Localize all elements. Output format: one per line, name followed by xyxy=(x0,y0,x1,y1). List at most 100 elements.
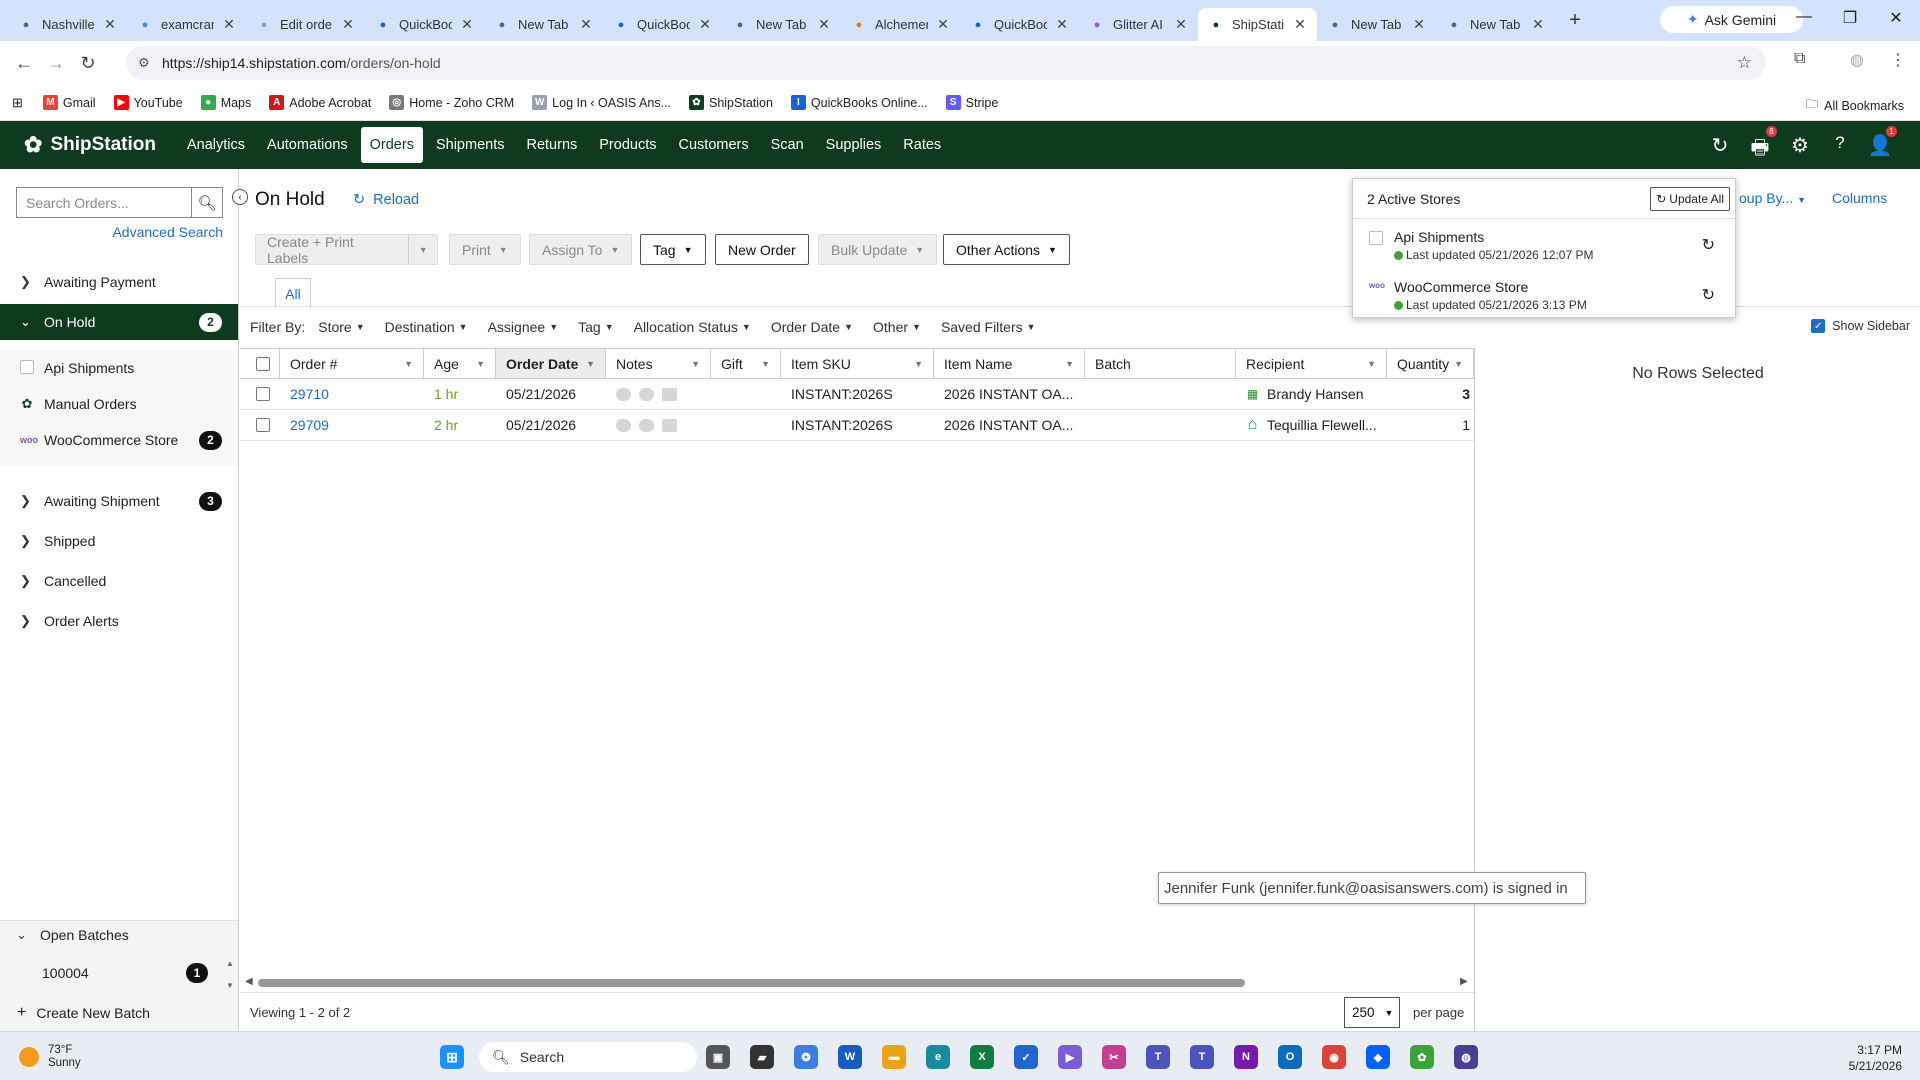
nav-supplies[interactable]: Supplies xyxy=(817,127,891,163)
table-row[interactable]: 29710 1 hr 05/21/2026 INSTANT:2026S 2026 INS… xyxy=(240,379,1474,410)
close-tab-icon[interactable]: ✕ xyxy=(1531,16,1545,33)
column-header-order-date[interactable]: Order Date ▼ xyxy=(496,349,606,378)
excel-icon[interactable]: X xyxy=(970,1045,994,1069)
bookmark-item[interactable]: M Gmail xyxy=(42,95,96,110)
filter-saved-filters[interactable]: Saved Filters ▼ xyxy=(941,319,1036,335)
close-tab-icon[interactable]: ✕ xyxy=(103,16,117,33)
bookmark-item[interactable]: ◎ Home - Zoho CRM xyxy=(389,95,514,110)
task-view-icon[interactable]: ▣ xyxy=(706,1045,730,1069)
word-icon[interactable]: W xyxy=(838,1045,862,1069)
scroll-down-icon[interactable]: ▼ xyxy=(226,981,234,990)
browser-tab[interactable]: ● Alchemer ✕ xyxy=(841,8,960,41)
close-tab-icon[interactable]: ✕ xyxy=(936,16,950,33)
taskbar-search[interactable]: 🔍︎ Search xyxy=(479,1042,697,1072)
column-header-notes[interactable]: Notes ▼ xyxy=(606,349,711,378)
column-menu-icon[interactable]: ▼ xyxy=(761,359,770,369)
edge-icon[interactable]: e xyxy=(926,1045,950,1069)
internal-note-icon[interactable] xyxy=(639,418,654,432)
bookmark-item[interactable]: A Adobe Acrobat xyxy=(269,95,371,110)
column-header-item-sku[interactable]: Item SKU ▼ xyxy=(781,349,934,378)
minimize-icon[interactable]: — xyxy=(1794,8,1814,26)
shipstation-logo[interactable]: ✿ ShipStation xyxy=(24,132,156,158)
group-by-dropdown[interactable]: oup By... ▼ xyxy=(1739,190,1806,206)
bookmark-item[interactable]: ● Maps xyxy=(200,95,251,110)
checkbox-checked-icon[interactable]: ✓ xyxy=(1811,319,1826,333)
column-header-quantity[interactable]: Quantity ▼ xyxy=(1387,349,1474,378)
column-header-batch[interactable]: Batch xyxy=(1085,349,1236,378)
bookmark-item[interactable]: W Log In ‹ OASIS Ans... xyxy=(532,95,671,110)
column-menu-icon[interactable]: ▼ xyxy=(691,359,700,369)
close-tab-icon[interactable]: ✕ xyxy=(698,16,712,33)
sidebar-item-shipped[interactable]: ❯ Shipped xyxy=(0,523,238,559)
column-menu-icon[interactable]: ▼ xyxy=(404,359,413,369)
browser-tab[interactable]: ● examcram ✕ xyxy=(127,8,246,41)
scroll-right-icon[interactable]: ▶ xyxy=(1460,976,1468,987)
scrollbar-thumb[interactable] xyxy=(258,979,1245,987)
update-all-button[interactable]: ↻ Update All xyxy=(1650,187,1730,211)
browser-tab[interactable]: ● New Tab ✕ xyxy=(484,8,603,41)
onenote-icon[interactable]: N xyxy=(1234,1045,1258,1069)
filter-allocation-status[interactable]: Allocation Status ▼ xyxy=(634,319,751,335)
browser-tab[interactable]: ● QuickBoo ✕ xyxy=(365,8,484,41)
close-tab-icon[interactable]: ✕ xyxy=(1293,16,1307,33)
collapse-sidebar-icon[interactable]: ‹ xyxy=(232,189,248,205)
close-tab-icon[interactable]: ✕ xyxy=(579,16,593,33)
nav-rates[interactable]: Rates xyxy=(894,127,950,163)
sidebar-item-order-alerts[interactable]: ❯ Order Alerts xyxy=(0,603,238,639)
select-all-checkbox[interactable] xyxy=(256,356,270,371)
bookmark-item[interactable]: S Stripe xyxy=(945,95,998,110)
batch-item[interactable]: 100004 1 xyxy=(0,955,238,991)
browser-tab[interactable]: ● ShipStati ✕ xyxy=(1198,8,1317,41)
nav-shipments[interactable]: Shipments xyxy=(427,127,514,163)
scroll-left-icon[interactable]: ◀ xyxy=(245,976,253,987)
filter-store[interactable]: Store ▼ xyxy=(318,319,364,335)
clipchamp-icon[interactable]: ▶ xyxy=(1058,1045,1082,1069)
sidebar-item-cancelled[interactable]: ❯ Cancelled xyxy=(0,563,238,599)
new-order-button[interactable]: New Order xyxy=(715,234,809,265)
help-icon[interactable]: ? xyxy=(1827,133,1853,153)
bookmark-star-icon[interactable]: ☆ xyxy=(1737,53,1752,73)
refresh-store-icon[interactable]: ↻ xyxy=(1702,235,1715,255)
column-menu-icon[interactable]: ▼ xyxy=(1454,359,1463,369)
todo-icon[interactable]: ✓ xyxy=(1014,1045,1038,1069)
filter-order-date[interactable]: Order Date ▼ xyxy=(771,319,853,335)
browser-tab[interactable]: ● New Tab ✕ xyxy=(722,8,841,41)
browser-tab[interactable]: ● Glitter AI ✕ xyxy=(1079,8,1198,41)
filter-assignee[interactable]: Assignee ▼ xyxy=(488,319,559,335)
chrome-icon[interactable]: ◉ xyxy=(1322,1045,1346,1069)
scroll-up-icon[interactable]: ▲ xyxy=(226,959,234,968)
create-new-batch-button[interactable]: + Create New Batch xyxy=(0,995,238,1031)
per-page-select[interactable]: 250 ▼ xyxy=(1344,997,1400,1028)
columns-button[interactable]: Columns xyxy=(1832,190,1887,206)
column-menu-icon[interactable]: ▼ xyxy=(1367,359,1376,369)
bulk-update-button[interactable]: Bulk Update ▼ xyxy=(818,234,938,265)
new-tab-icon[interactable]: + xyxy=(1563,9,1587,32)
browser-tab[interactable]: ● Edit orde ✕ xyxy=(246,8,365,41)
browser-tab[interactable]: ● Nashville ✕ xyxy=(8,8,127,41)
column-menu-icon[interactable]: ▼ xyxy=(1065,359,1074,369)
column-menu-icon[interactable]: ▼ xyxy=(914,359,923,369)
filter-tag[interactable]: Tag ▼ xyxy=(578,319,614,335)
reload-button[interactable]: ↻ Reload xyxy=(353,192,419,208)
column-header-order-[interactable]: Order # ▼ xyxy=(280,349,424,378)
row-select-cell[interactable] xyxy=(240,379,280,409)
refresh-stores-icon[interactable]: ↻ xyxy=(1707,133,1733,158)
print-button[interactable]: Print ▼ xyxy=(449,234,521,265)
teams-new-icon[interactable]: T xyxy=(1146,1045,1170,1069)
horizontal-scrollbar[interactable]: ◀ ▶ xyxy=(245,976,1470,988)
filter-other[interactable]: Other ▼ xyxy=(873,319,921,335)
order-number-link[interactable]: 29710 xyxy=(290,386,329,402)
profile-icon[interactable]: ◍ xyxy=(1850,50,1864,70)
bookmark-item[interactable]: ✿ ShipStation xyxy=(688,95,773,110)
customer-note-icon[interactable] xyxy=(616,418,631,432)
close-window-icon[interactable]: ✕ xyxy=(1886,8,1906,28)
sidebar-item-awaiting-shipment[interactable]: ❯ Awaiting Shipment 3 xyxy=(0,483,238,519)
system-clock[interactable]: 3:17 PM 5/21/2026 xyxy=(1849,1042,1902,1074)
tab-all[interactable]: All xyxy=(275,278,311,308)
nav-automations[interactable]: Automations xyxy=(258,127,357,163)
browser-menu-icon[interactable]: ⋮ xyxy=(1890,50,1906,70)
back-icon[interactable]: ← xyxy=(8,53,40,74)
browser-tab[interactable]: ● New Tab ✕ xyxy=(1436,8,1555,41)
copilot-icon[interactable]: ❂ xyxy=(794,1045,818,1069)
close-tab-icon[interactable]: ✕ xyxy=(1412,16,1426,33)
